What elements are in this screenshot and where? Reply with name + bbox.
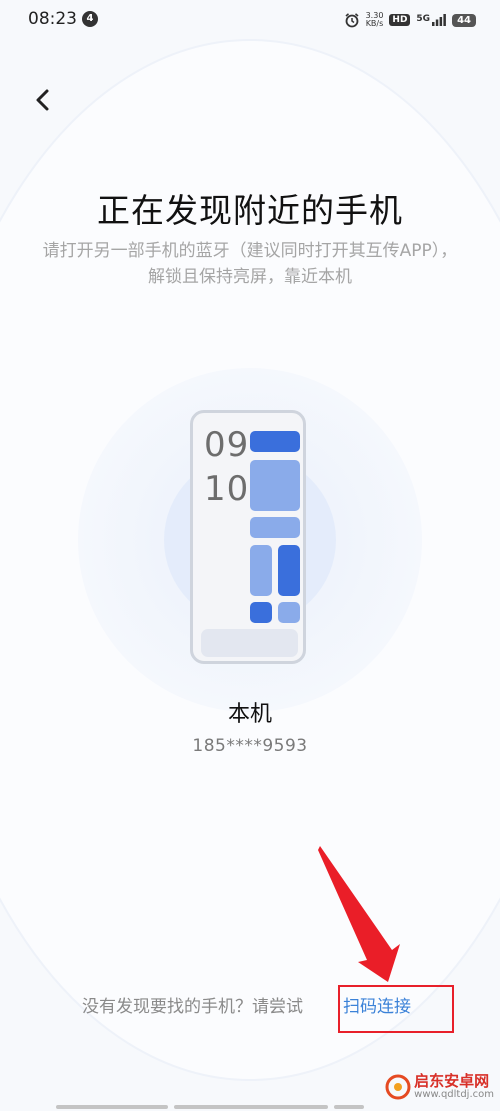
app-tile (278, 545, 300, 596)
status-time: 08:23 (28, 9, 77, 29)
status-icons: 3.30 KB/s HD 5G 44 (344, 10, 476, 30)
battery-indicator: 44 (452, 13, 476, 27)
app-tile (250, 460, 300, 511)
annotation-highlight-box (338, 985, 454, 1033)
no-device-prompt: 没有发现要找的手机？请尝试 (82, 997, 303, 1017)
watermark-text: 启东安卓网 (414, 1072, 490, 1090)
watermark: 启东安卓网 www.qdltdj.com (385, 1073, 494, 1100)
signal-icon: 5G (416, 14, 446, 26)
status-bar: 08:23 4 3.30 KB/s HD 5G 44 (0, 0, 500, 40)
clock-hour: 09 (204, 425, 250, 465)
app-tile (250, 431, 300, 452)
back-arrow-icon (36, 89, 49, 111)
notification-badge: 4 (82, 11, 98, 27)
watermark-url: www.qdltdj.com (414, 1089, 494, 1100)
watermark-logo-icon (385, 1074, 411, 1099)
dock-bar (201, 629, 298, 657)
network-type: 5G (416, 14, 431, 24)
page-subtitle: 请打开另一部手机的蓝牙（建议同时打开其互传APP），解锁且保持亮屏，靠近本机 (42, 241, 458, 287)
signal-bars-icon (432, 14, 446, 26)
app-tile (250, 602, 272, 623)
app-tile (250, 517, 300, 538)
gesture-nav-bar (56, 1105, 364, 1109)
device-name: 本机 (227, 702, 272, 727)
hd-badge: HD (389, 14, 411, 26)
page-title: 正在发现附近的手机 (97, 191, 403, 230)
net-speed: 3.30 KB/s (365, 11, 384, 28)
clock-minute: 10 (204, 469, 250, 509)
alarm-icon (345, 13, 359, 28)
device-phone-number: 185****9593 (192, 736, 308, 756)
app-tile (278, 602, 300, 623)
phone-illustration: 09 10 (190, 410, 306, 664)
back-button[interactable] (28, 84, 60, 116)
app-tile (250, 545, 272, 596)
